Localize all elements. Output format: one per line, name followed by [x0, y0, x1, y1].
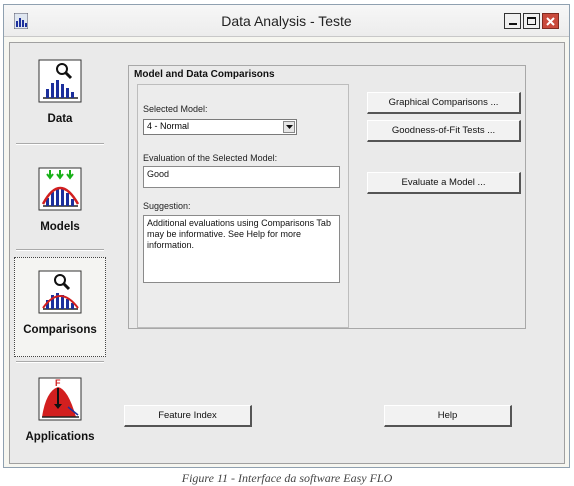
maximize-button[interactable]	[523, 13, 540, 29]
svg-text:F: F	[55, 378, 61, 388]
nav-item-label: Data	[47, 113, 73, 125]
graphical-comparisons-button[interactable]: Graphical Comparisons ...	[367, 92, 521, 114]
evaluation-label: Evaluation of the Selected Model:	[143, 153, 278, 163]
chevron-down-icon[interactable]	[283, 121, 295, 133]
app-window: Data Analysis - Teste Data Models Compar…	[3, 4, 570, 468]
suggestion-label: Suggestion:	[143, 201, 191, 211]
nav-item-label: Models	[40, 221, 80, 233]
nav-item-label: Applications	[25, 431, 95, 443]
nav-divider	[16, 361, 104, 363]
feature-index-button[interactable]: Feature Index	[124, 405, 252, 427]
close-button[interactable]	[542, 13, 559, 29]
evaluate-model-button[interactable]: Evaluate a Model ...	[367, 172, 521, 194]
figure-caption: Figure 11 - Interface da software Easy F…	[181, 471, 393, 485]
models-bell-curve-icon	[38, 167, 82, 211]
nav-item-applications[interactable]: F Applications	[14, 365, 106, 465]
nav-item-models[interactable]: Models	[14, 155, 106, 255]
nav-item-comparisons[interactable]: Comparisons	[14, 257, 106, 357]
model-evaluation-group: Selected Model: 4 - Normal Evaluation of…	[137, 84, 349, 328]
evaluation-field[interactable]: Good	[143, 166, 340, 188]
data-chart-magnifier-icon	[38, 59, 82, 103]
nav-divider	[16, 143, 104, 145]
suggestion-textarea[interactable]: Additional evaluations using Comparisons…	[143, 215, 340, 283]
sidebar-nav: Data Models Comparisons F Applications	[10, 43, 108, 463]
close-icon	[546, 16, 555, 26]
help-button[interactable]: Help	[384, 405, 512, 427]
nav-item-label: Comparisons	[23, 324, 97, 336]
selected-model-label: Selected Model:	[143, 104, 208, 114]
title-bar[interactable]: Data Analysis - Teste	[4, 5, 569, 37]
comparisons-chart-magnifier-icon	[38, 270, 82, 314]
minimize-icon	[508, 23, 517, 25]
applications-curve-icon: F	[38, 377, 82, 421]
nav-divider	[16, 249, 104, 251]
goodness-of-fit-button[interactable]: Goodness-of-Fit Tests ...	[367, 120, 521, 142]
maximize-icon	[527, 17, 536, 25]
selected-model-value: 4 - Normal	[147, 121, 190, 131]
window-title: Data Analysis - Teste	[221, 13, 352, 29]
client-area: Data Models Comparisons F Applications M…	[9, 42, 565, 464]
minimize-button[interactable]	[504, 13, 521, 29]
selected-model-dropdown[interactable]: 4 - Normal	[143, 119, 297, 135]
nav-item-data[interactable]: Data	[14, 47, 106, 147]
panel-title: Model and Data Comparisons	[134, 69, 275, 80]
model-comparisons-panel: Model and Data Comparisons Selected Mode…	[128, 65, 526, 329]
